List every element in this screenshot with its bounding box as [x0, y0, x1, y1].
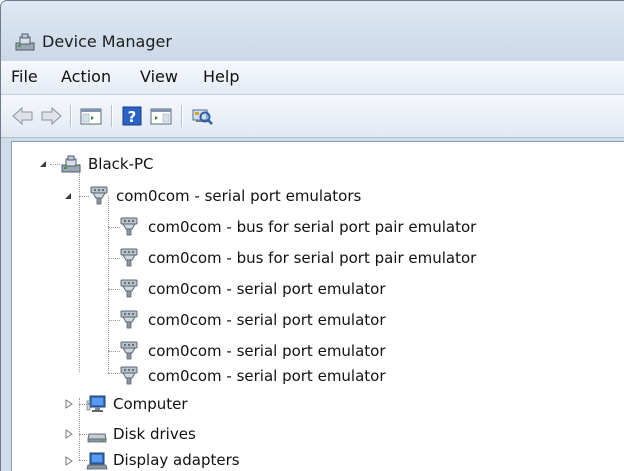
tree-node-label: Display adapters [113, 451, 240, 469]
computer-icon [86, 395, 106, 412]
tree-node-device[interactable]: com0com - serial port emulator [148, 338, 386, 364]
menu-bar: File Action View Help [1, 61, 624, 95]
tree-node-label: com0com - serial port emulator [148, 342, 386, 360]
svg-text:?: ? [128, 108, 137, 126]
expand-arrow-icon[interactable] [64, 456, 74, 466]
tree-connector [79, 398, 80, 460]
tree-connector [50, 164, 60, 165]
tree-node-device[interactable]: com0com - bus for serial port pair emula… [148, 214, 476, 240]
title-bar[interactable]: Device Manager [1, 1, 624, 61]
expand-arrow-icon[interactable] [64, 399, 74, 409]
tree-node-label: com0com - serial port emulator [148, 311, 386, 329]
device-manager-window: Device Manager File Action View Help ? B… [0, 0, 624, 471]
menu-help[interactable]: Help [200, 66, 242, 87]
window-title: Device Manager [42, 32, 172, 51]
scan-hardware-changes-icon[interactable] [190, 104, 214, 128]
tree-node-device[interactable]: com0com - bus for serial port pair emula… [148, 245, 476, 271]
tree-connector [108, 196, 109, 373]
tree-node-category[interactable]: Display adapters [113, 447, 240, 471]
toolbar: ? [1, 95, 624, 138]
tree-node-category[interactable]: Computer [113, 391, 188, 417]
help-icon[interactable]: ? [120, 104, 144, 128]
tree-node-label: com0com - bus for serial port pair emula… [148, 249, 477, 267]
tree-node-label: com0com - serial port emulators [116, 187, 362, 205]
device-tree-pane[interactable]: Black-PC com0com - serial port emulators… [11, 141, 624, 471]
collapse-arrow-icon[interactable] [38, 159, 48, 169]
menu-view[interactable]: View [137, 66, 181, 87]
tree-node-device[interactable]: com0com - serial port emulator [148, 307, 386, 333]
serial-port-icon [120, 279, 138, 298]
serial-port-icon [120, 366, 138, 385]
display-adapter-icon [86, 452, 108, 470]
tree-node-label: com0com - bus for serial port pair emula… [148, 218, 477, 236]
show-hide-console-tree-icon[interactable] [79, 104, 103, 128]
disk-drive-icon [87, 433, 107, 443]
device-manager-icon [15, 33, 35, 51]
collapse-arrow-icon[interactable] [63, 191, 73, 201]
serial-port-icon [120, 248, 138, 267]
tree-node-category[interactable]: Disk drives [113, 421, 196, 447]
toolbar-separator [111, 105, 112, 127]
forward-arrow-icon[interactable] [39, 104, 63, 128]
toolbar-separator [181, 105, 182, 127]
computer-root-icon [61, 155, 81, 173]
tree-node-label: Black-PC [88, 155, 154, 173]
serial-port-icon [90, 186, 108, 205]
serial-port-icon [120, 341, 138, 360]
back-arrow-icon[interactable] [11, 104, 35, 128]
tree-node-device[interactable]: com0com - serial port emulator [148, 276, 386, 302]
tree-node-root[interactable]: Black-PC [88, 151, 154, 177]
toolbar-separator [70, 105, 71, 127]
tree-node-label: com0com - serial port emulator [148, 280, 386, 298]
menu-file[interactable]: File [8, 66, 41, 87]
tree-node-device[interactable]: com0com - serial port emulator [148, 363, 386, 389]
tree-node-label: Disk drives [113, 425, 196, 443]
properties-pane-icon[interactable] [149, 104, 173, 128]
menu-action[interactable]: Action [58, 66, 114, 87]
tree-node-category[interactable]: com0com - serial port emulators [116, 183, 361, 209]
serial-port-icon [120, 217, 138, 236]
serial-port-icon [120, 310, 138, 329]
tree-node-label: Computer [113, 395, 188, 413]
expand-arrow-icon[interactable] [64, 429, 74, 439]
tree-node-label: com0com - serial port emulator [148, 367, 386, 385]
